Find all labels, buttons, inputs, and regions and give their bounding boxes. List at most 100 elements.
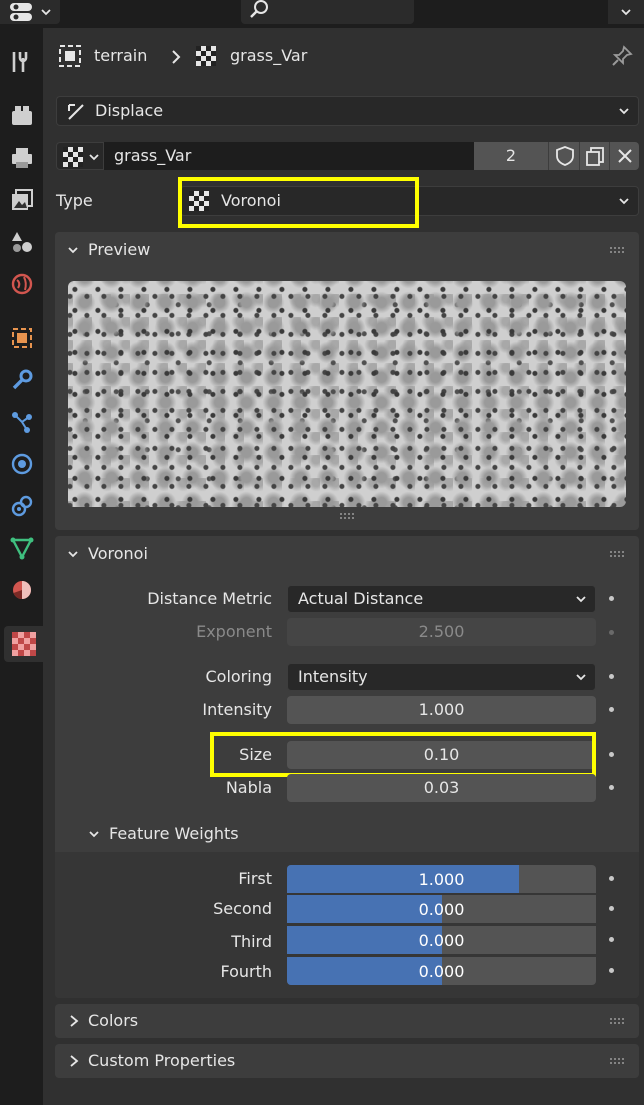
drag-handle-icon[interactable] [609,550,625,558]
duplicate-icon [586,147,604,166]
breadcrumb-texture[interactable]: grass_Var [230,46,307,65]
tab-world[interactable] [4,266,40,302]
fake-user-button[interactable] [548,142,579,170]
pin-icon[interactable] [610,44,634,72]
animate-property-icon[interactable] [609,937,614,942]
animate-property-icon[interactable] [609,876,614,881]
chevron-down-icon [619,198,629,205]
texture-users-count[interactable]: 2 [474,142,548,170]
colors-panel-title: Colors [88,1011,139,1030]
tab-particles[interactable] [4,404,40,440]
chevron-down-icon [89,154,99,161]
animate-property-icon[interactable] [609,785,614,790]
animate-property-icon[interactable] [609,674,614,679]
modifier-icon [68,104,84,120]
custom-properties-panel-title: Custom Properties [88,1051,236,1070]
tab-object[interactable] [4,320,40,356]
fourth-weight-value: 0.000 [418,961,465,981]
exponent-label: Exponent [196,622,272,641]
chevron-down-icon [576,674,586,681]
texture-name-field[interactable]: grass_Var [104,142,474,170]
coloring-dropdown[interactable]: Intensity [287,663,596,691]
tab-data[interactable] [4,530,40,566]
exponent-field[interactable]: 2.500 [287,618,596,646]
first-weight-value: 1.000 [418,869,465,889]
voronoi-panel-title: Voronoi [88,544,148,563]
duplicate-texture-button[interactable] [579,142,609,170]
modifier-selector[interactable]: Displace [56,96,639,126]
tab-output[interactable] [4,140,40,176]
animate-property-icon[interactable] [609,968,614,973]
drag-handle-icon[interactable] [609,1017,625,1025]
coloring-value: Intensity [298,667,368,686]
distance-metric-label: Distance Metric [147,589,272,608]
physics-icon [11,453,33,475]
preview-resize-handle[interactable] [339,512,355,520]
second-weight-value: 0.000 [418,899,465,919]
distance-metric-dropdown[interactable]: Actual Distance [287,585,596,613]
drag-handle-icon[interactable] [609,1057,625,1065]
chevron-down-icon [68,247,78,254]
animate-property-icon[interactable] [609,752,614,757]
animate-property-icon[interactable] [609,906,614,911]
feature-weights-header[interactable]: Feature Weights [55,816,639,852]
world-icon [11,273,33,295]
nabla-field[interactable]: 0.03 [287,774,596,802]
close-icon [618,149,632,163]
distance-metric-value: Actual Distance [298,589,424,608]
breadcrumb-object[interactable]: terrain [94,46,147,65]
scene-icon [12,232,32,252]
type-highlight-box [178,177,419,228]
tab-scene[interactable] [4,224,40,260]
output-icon [12,148,32,168]
nabla-label: Nabla [225,778,272,797]
second-weight-slider[interactable]: 0.000 [287,895,596,923]
tab-physics[interactable] [4,446,40,482]
search-input[interactable] [241,0,414,24]
options-dropdown-button[interactable] [608,0,644,24]
animate-property-icon[interactable] [609,707,614,712]
unlink-texture-button[interactable] [609,142,639,170]
constraints-icon [11,495,33,517]
render-icon [12,106,32,125]
preview-panel-title: Preview [88,240,151,259]
data-icon [10,537,34,560]
texture-browse-button[interactable] [56,142,104,170]
checker-icon [63,147,83,167]
chevron-down-icon [621,9,631,16]
properties-tab-bar [0,28,43,1105]
object-icon [58,44,82,68]
animate-property-icon[interactable] [609,596,614,601]
third-weight-slider[interactable]: 0.000 [287,926,596,954]
editor-type-button[interactable] [0,0,60,24]
tool-icon [12,52,28,72]
tab-modifiers[interactable] [4,362,40,398]
first-weight-label: First [238,869,272,888]
chevron-down-icon [619,108,629,115]
size-highlight-box [210,732,596,777]
preview-panel-header[interactable]: Preview [55,232,639,268]
breadcrumb-separator-icon [170,48,182,70]
animate-property-icon[interactable] [609,630,614,635]
tab-texture[interactable] [4,626,43,662]
fourth-weight-slider[interactable]: 0.000 [287,957,596,985]
colors-panel-header[interactable]: Colors [55,1004,639,1038]
editor-type-icon [10,3,32,21]
chevron-right-icon [70,1055,79,1067]
intensity-field[interactable]: 1.000 [287,696,596,724]
tab-material[interactable] [4,572,40,608]
third-weight-value: 0.000 [418,930,465,950]
voronoi-panel-header[interactable]: Voronoi [55,536,639,572]
tab-tool[interactable] [4,44,40,80]
view-layer-icon [12,189,33,210]
custom-properties-panel-header[interactable]: Custom Properties [55,1044,639,1078]
modifier-icon [12,369,33,390]
first-weight-slider[interactable]: 1.000 [287,865,596,893]
feature-weights-title: Feature Weights [109,824,239,843]
tab-render[interactable] [4,98,40,134]
texture-preview-image [68,281,626,507]
drag-handle-icon[interactable] [609,246,625,254]
tab-constraints[interactable] [4,488,40,524]
material-icon [13,581,31,599]
tab-view-layer[interactable] [4,182,40,218]
